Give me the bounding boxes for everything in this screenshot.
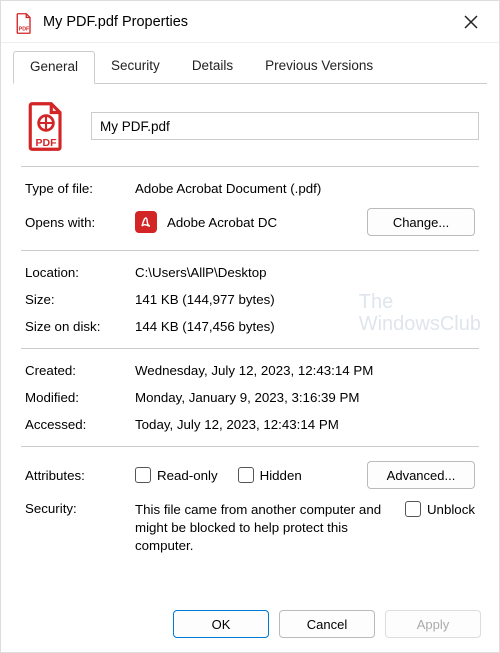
dialog-buttons: OK Cancel Apply: [173, 610, 481, 638]
cancel-button[interactable]: Cancel: [279, 610, 375, 638]
properties-dialog: PDF My PDF.pdf Properties General Securi…: [0, 0, 500, 653]
accessed-label: Accessed:: [25, 417, 135, 432]
readonly-checkbox-wrap[interactable]: Read-only: [135, 467, 218, 483]
hidden-checkbox-wrap[interactable]: Hidden: [238, 467, 302, 483]
size-on-disk-label: Size on disk:: [25, 319, 135, 334]
close-button[interactable]: [457, 8, 485, 36]
readonly-label: Read-only: [157, 468, 218, 483]
security-label: Security:: [25, 501, 135, 516]
opens-with-label: Opens with:: [25, 215, 135, 230]
tab-general[interactable]: General: [13, 51, 95, 84]
modified-value: Monday, January 9, 2023, 3:16:39 PM: [135, 390, 475, 405]
modified-label: Modified:: [25, 390, 135, 405]
location-label: Location:: [25, 265, 135, 280]
tab-details[interactable]: Details: [176, 51, 249, 83]
security-text: This file came from another computer and…: [135, 501, 405, 555]
location-value: C:\Users\AllP\Desktop: [135, 265, 475, 280]
size-label: Size:: [25, 292, 135, 307]
accessed-value: Today, July 12, 2023, 12:43:14 PM: [135, 417, 475, 432]
size-value: 141 KB (144,977 bytes): [135, 292, 475, 307]
unblock-label: Unblock: [427, 502, 475, 517]
filename-input[interactable]: [91, 112, 479, 140]
type-value: Adobe Acrobat Document (.pdf): [135, 181, 475, 196]
readonly-checkbox[interactable]: [135, 467, 151, 483]
advanced-button[interactable]: Advanced...: [367, 461, 475, 489]
svg-text:PDF: PDF: [36, 137, 58, 149]
size-on-disk-value: 144 KB (147,456 bytes): [135, 319, 475, 334]
file-header: PDF: [21, 98, 479, 166]
type-label: Type of file:: [25, 181, 135, 196]
created-label: Created:: [25, 363, 135, 378]
pdf-file-icon: PDF: [25, 102, 67, 150]
opens-with-value: Adobe Acrobat DC: [167, 215, 277, 230]
acrobat-icon: [135, 211, 157, 233]
unblock-checkbox-wrap[interactable]: Unblock: [405, 501, 475, 517]
tab-strip: General Security Details Previous Versio…: [13, 51, 487, 84]
svg-text:PDF: PDF: [19, 26, 30, 32]
close-icon: [464, 15, 478, 29]
general-panel: PDF Type of file: Adobe Acrobat Document…: [13, 84, 487, 577]
ok-button[interactable]: OK: [173, 610, 269, 638]
change-button[interactable]: Change...: [367, 208, 475, 236]
pdf-icon: PDF: [15, 13, 33, 31]
created-value: Wednesday, July 12, 2023, 12:43:14 PM: [135, 363, 475, 378]
apply-button[interactable]: Apply: [385, 610, 481, 638]
hidden-label: Hidden: [260, 468, 302, 483]
window-title: My PDF.pdf Properties: [43, 14, 457, 30]
titlebar: PDF My PDF.pdf Properties: [1, 1, 499, 43]
unblock-checkbox[interactable]: [405, 501, 421, 517]
tab-previous-versions[interactable]: Previous Versions: [249, 51, 389, 83]
attributes-label: Attributes:: [25, 468, 135, 483]
client-area: General Security Details Previous Versio…: [1, 43, 499, 577]
tab-security[interactable]: Security: [95, 51, 176, 83]
hidden-checkbox[interactable]: [238, 467, 254, 483]
